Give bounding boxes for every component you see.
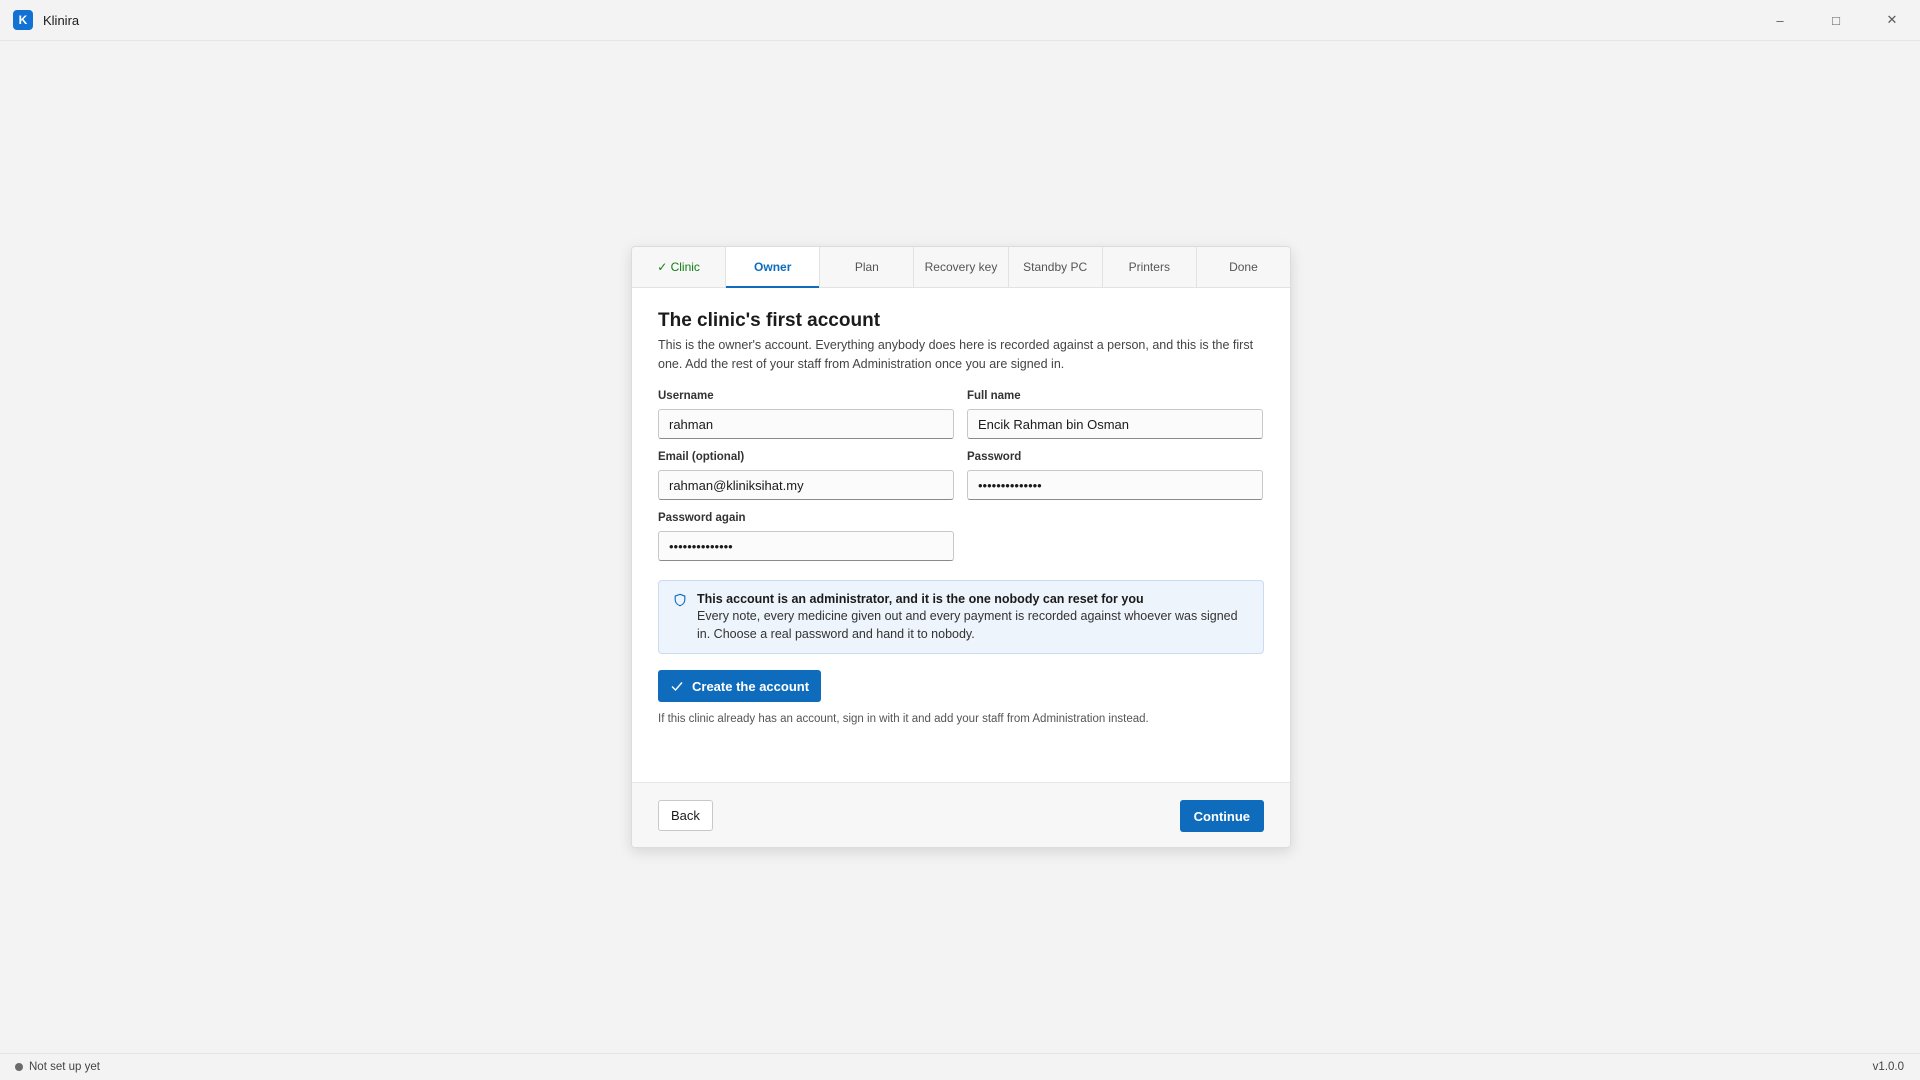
full-name-input[interactable] [967, 409, 1263, 439]
step-recovery-key[interactable]: Recovery key [914, 247, 1009, 287]
app-title: Klinira [43, 12, 80, 28]
full-name-label: Full name [967, 390, 1021, 402]
notice-body: Every note, every medicine given out and… [697, 609, 1238, 641]
step-standby-pc[interactable]: Standby PC [1009, 247, 1103, 287]
version-label: v1.0.0 [1872, 1061, 1904, 1073]
step-plan[interactable]: Plan [820, 247, 915, 287]
password-group: Password [967, 451, 1263, 500]
app-logo-icon: K [13, 10, 33, 30]
setup-wizard-card: ✓ Clinic Owner Plan Recovery key Standby… [631, 246, 1291, 848]
page-title: The clinic's first account [658, 310, 881, 331]
username-group: Username [658, 390, 954, 439]
admin-notice: This account is an administrator, and it… [658, 580, 1264, 654]
notice-title: This account is an administrator, and it… [697, 592, 1144, 606]
password-label: Password [967, 451, 1022, 463]
page-intro: This is the owner's account. Everything … [658, 338, 1254, 371]
close-button[interactable]: ✕ [1864, 0, 1920, 40]
email-input[interactable] [658, 470, 954, 500]
step-printers[interactable]: Printers [1103, 247, 1197, 287]
create-account-button[interactable]: Create the account [658, 670, 822, 702]
step-content: The clinic's first account This is the o… [632, 288, 1290, 725]
title-bar: K Klinira – □ ✕ [0, 0, 1920, 41]
checkmark-icon [671, 682, 683, 692]
window-controls: – □ ✕ [1752, 0, 1920, 40]
password-again-input[interactable] [658, 531, 954, 561]
continue-button[interactable]: Continue [1179, 800, 1264, 832]
step-done[interactable]: Done [1197, 247, 1290, 287]
maximize-button[interactable]: □ [1808, 0, 1864, 40]
step-clinic[interactable]: ✓ Clinic [632, 247, 727, 287]
username-input[interactable] [658, 409, 954, 439]
step-owner[interactable]: Owner [726, 247, 821, 288]
email-group: Email (optional) [658, 451, 954, 500]
email-label: Email (optional) [658, 451, 745, 463]
status-text: Not set up yet [29, 1061, 100, 1073]
create-row: Create the account [658, 670, 1264, 702]
minimize-button[interactable]: – [1752, 0, 1808, 40]
account-form: Username Full name Email (optional) Pass… [658, 390, 1264, 561]
full-name-group: Full name [967, 390, 1263, 439]
status-bar: Not set up yet v1.0.0 [0, 1053, 1920, 1080]
existing-account-hint: If this clinic already has an account, s… [658, 713, 1149, 725]
password-again-label: Password again [658, 512, 746, 524]
create-account-label: Create the account [692, 678, 810, 694]
status-dot-icon [15, 1063, 23, 1071]
username-label: Username [658, 390, 714, 402]
password-input[interactable] [967, 470, 1263, 500]
shield-icon [674, 593, 686, 607]
password-again-group: Password again [658, 512, 954, 561]
wizard-footer: Back Continue [632, 782, 1290, 847]
back-button[interactable]: Back [658, 800, 713, 831]
wizard-steps: ✓ Clinic Owner Plan Recovery key Standby… [632, 247, 1290, 288]
